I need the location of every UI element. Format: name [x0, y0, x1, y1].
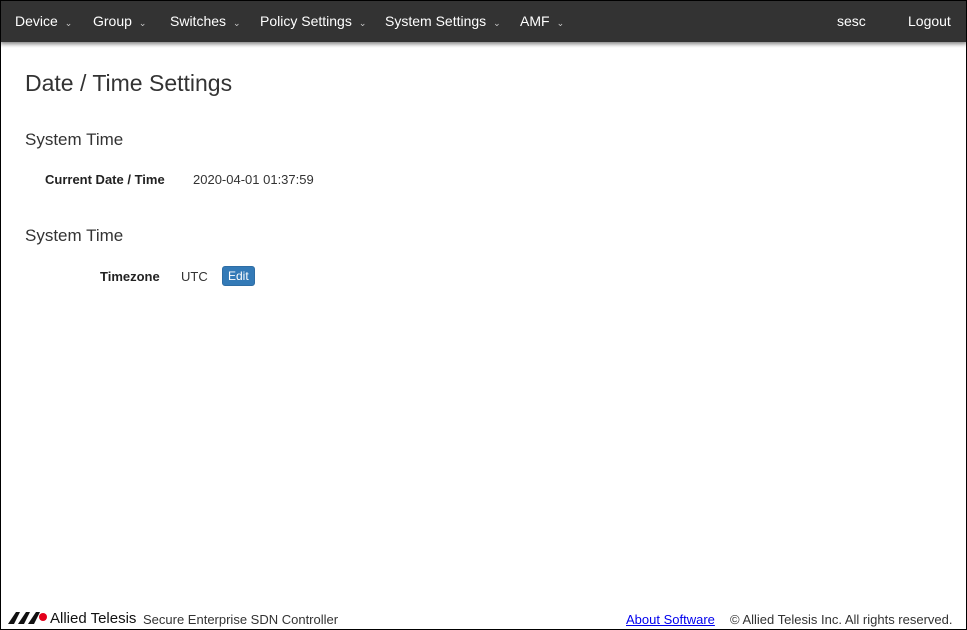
nav-label: Group [93, 13, 132, 29]
about-software-link[interactable]: About Software [626, 612, 715, 627]
nav-policy-settings[interactable]: Policy Settings ⌄ [260, 13, 366, 29]
nav-label: Switches [170, 13, 227, 29]
nav-label: Policy Settings [260, 13, 352, 29]
section-title: System Time [25, 130, 124, 149]
user-menu[interactable]: sesc [837, 13, 866, 29]
chevron-down-icon: ⌄ [138, 18, 147, 28]
chevron-down-icon: ⌄ [64, 18, 73, 28]
current-datetime-label: Current Date / Time [45, 172, 165, 187]
allied-telesis-logo-icon [8, 612, 47, 624]
nav-group[interactable]: Group ⌄ [93, 13, 146, 29]
chevron-down-icon: ⌄ [556, 18, 565, 28]
timezone-value: UTC [181, 269, 208, 284]
section-title: System Time [25, 226, 124, 245]
copyright: © Allied Telesis Inc. All rights reserve… [730, 612, 953, 627]
top-nav: Device ⌄ Group ⌄ Switches ⌄ Policy Settings… [0, 0, 967, 42]
chevron-down-icon: ⌄ [493, 18, 501, 28]
nav-switches[interactable]: Switches ⌄ [170, 13, 241, 29]
nav-label: System Settings [385, 13, 487, 29]
current-datetime-value: 2020-04-01 01:37:59 [193, 172, 314, 187]
product-name: Secure Enterprise SDN Controller [143, 612, 339, 627]
nav-label: AMF [520, 13, 550, 29]
logout-link[interactable]: Logout [908, 13, 951, 29]
page-title: Date / Time Settings [25, 70, 233, 96]
chevron-down-icon: ⌄ [233, 18, 241, 28]
timezone-label: Timezone [100, 269, 160, 284]
nav-label: Device [15, 13, 58, 29]
logo-text: Allied Telesis [50, 610, 137, 627]
nav-device[interactable]: Device ⌄ [15, 13, 72, 29]
nav-amf[interactable]: AMF ⌄ [520, 13, 564, 29]
chevron-down-icon: ⌄ [358, 18, 367, 28]
edit-timezone-button[interactable]: Edit [222, 266, 255, 286]
nav-system-settings[interactable]: System Settings ⌄ [385, 13, 501, 29]
